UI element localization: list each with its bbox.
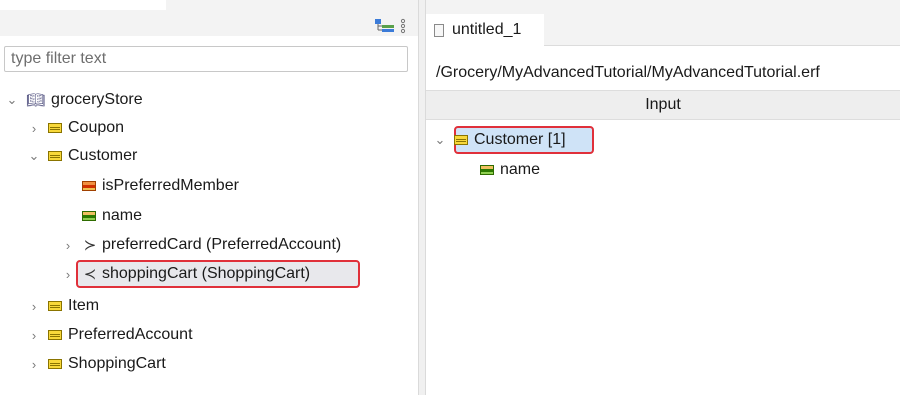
- editor-tab-bar: untitled_1: [426, 0, 900, 46]
- column-header-input[interactable]: Input: [426, 90, 900, 120]
- tree-item-label: shoppingCart (ShoppingCart): [102, 265, 311, 282]
- tree-item-label: Coupon: [68, 119, 125, 136]
- tree-item-preferredAccount[interactable]: › PreferredAccount: [28, 321, 193, 349]
- chevron-down-icon[interactable]: ⌄: [28, 148, 40, 164]
- editor-tree-item-name[interactable]: name: [480, 156, 540, 184]
- chevron-right-icon[interactable]: ›: [62, 267, 74, 282]
- tree-item-label: preferredCard (PreferredAccount): [102, 236, 342, 253]
- file-icon: [434, 23, 444, 37]
- editor-pane: untitled_1 /Grocery/MyAdvancedTutorial/M…: [426, 0, 900, 395]
- attribute-icon: [82, 181, 96, 191]
- tree-item-groceryStore[interactable]: ⌄ 📖︎ groceryStore: [6, 86, 143, 114]
- tree-item-label: Customer [1]: [474, 131, 566, 148]
- attribute-icon: [480, 165, 494, 175]
- tree-item-item[interactable]: › Item: [28, 292, 99, 320]
- tree-item-coupon[interactable]: › Coupon: [28, 114, 124, 142]
- reference-in-icon: ≺: [83, 266, 97, 283]
- file-path: /Grocery/MyAdvancedTutorial/MyAdvancedTu…: [426, 58, 900, 88]
- tree-item-label: isPreferredMember: [102, 177, 239, 194]
- file-path-text: /Grocery/MyAdvancedTutorial/MyAdvancedTu…: [436, 64, 820, 81]
- class-icon: [48, 123, 62, 133]
- tree-item-label: ShoppingCart: [68, 355, 166, 372]
- column-header-label: Input: [645, 96, 681, 113]
- chevron-right-icon[interactable]: ›: [28, 357, 40, 372]
- class-icon: [48, 151, 62, 161]
- class-icon: [48, 359, 62, 369]
- editor-tree-item-customer[interactable]: ⌄ Customer [1]: [434, 126, 566, 154]
- tree-item-shoppingCart[interactable]: › ≺ shoppingCart (ShoppingCart): [62, 260, 310, 288]
- chevron-right-icon[interactable]: ›: [28, 121, 40, 136]
- class-icon: [454, 135, 468, 145]
- chevron-down-icon[interactable]: ⌄: [434, 132, 446, 148]
- tree-item-name[interactable]: name: [62, 202, 142, 230]
- pane-splitter[interactable]: [418, 0, 426, 395]
- model-explorer-pane: ⌄ 📖︎ groceryStore › Coupon ⌄ Customer is…: [0, 0, 418, 395]
- attribute-icon: [82, 211, 96, 221]
- view-menu-icon[interactable]: [398, 18, 408, 34]
- tree-item-customer[interactable]: ⌄ Customer: [28, 142, 138, 170]
- reference-out-icon: ≻: [83, 237, 97, 254]
- tree-item-label: groceryStore: [51, 91, 143, 108]
- explorer-tab-strip: [0, 0, 166, 10]
- tree-item-label: Item: [68, 297, 100, 314]
- tree-item-shoppingCartClass[interactable]: › ShoppingCart: [28, 350, 166, 378]
- tree-item-label: name: [102, 207, 143, 224]
- tree-item-label: PreferredAccount: [68, 326, 193, 343]
- tab-untitled-1[interactable]: untitled_1: [426, 14, 544, 46]
- package-icon: 📖︎: [26, 92, 46, 109]
- chevron-right-icon[interactable]: ›: [28, 328, 40, 343]
- chevron-right-icon[interactable]: ›: [62, 238, 74, 253]
- class-icon: [48, 301, 62, 311]
- filter-input[interactable]: [4, 46, 408, 72]
- collapse-all-icon[interactable]: [374, 18, 396, 34]
- tree-item-isPreferredMember[interactable]: isPreferredMember: [62, 172, 239, 200]
- chevron-down-icon[interactable]: ⌄: [6, 92, 18, 108]
- chevron-right-icon[interactable]: ›: [28, 299, 40, 314]
- tab-label: untitled_1: [452, 21, 522, 38]
- tree-item-label: name: [500, 161, 541, 178]
- tree-item-label: Customer: [68, 147, 138, 164]
- class-icon: [48, 330, 62, 340]
- tree-item-preferredCard[interactable]: › ≻ preferredCard (PreferredAccount): [62, 231, 341, 259]
